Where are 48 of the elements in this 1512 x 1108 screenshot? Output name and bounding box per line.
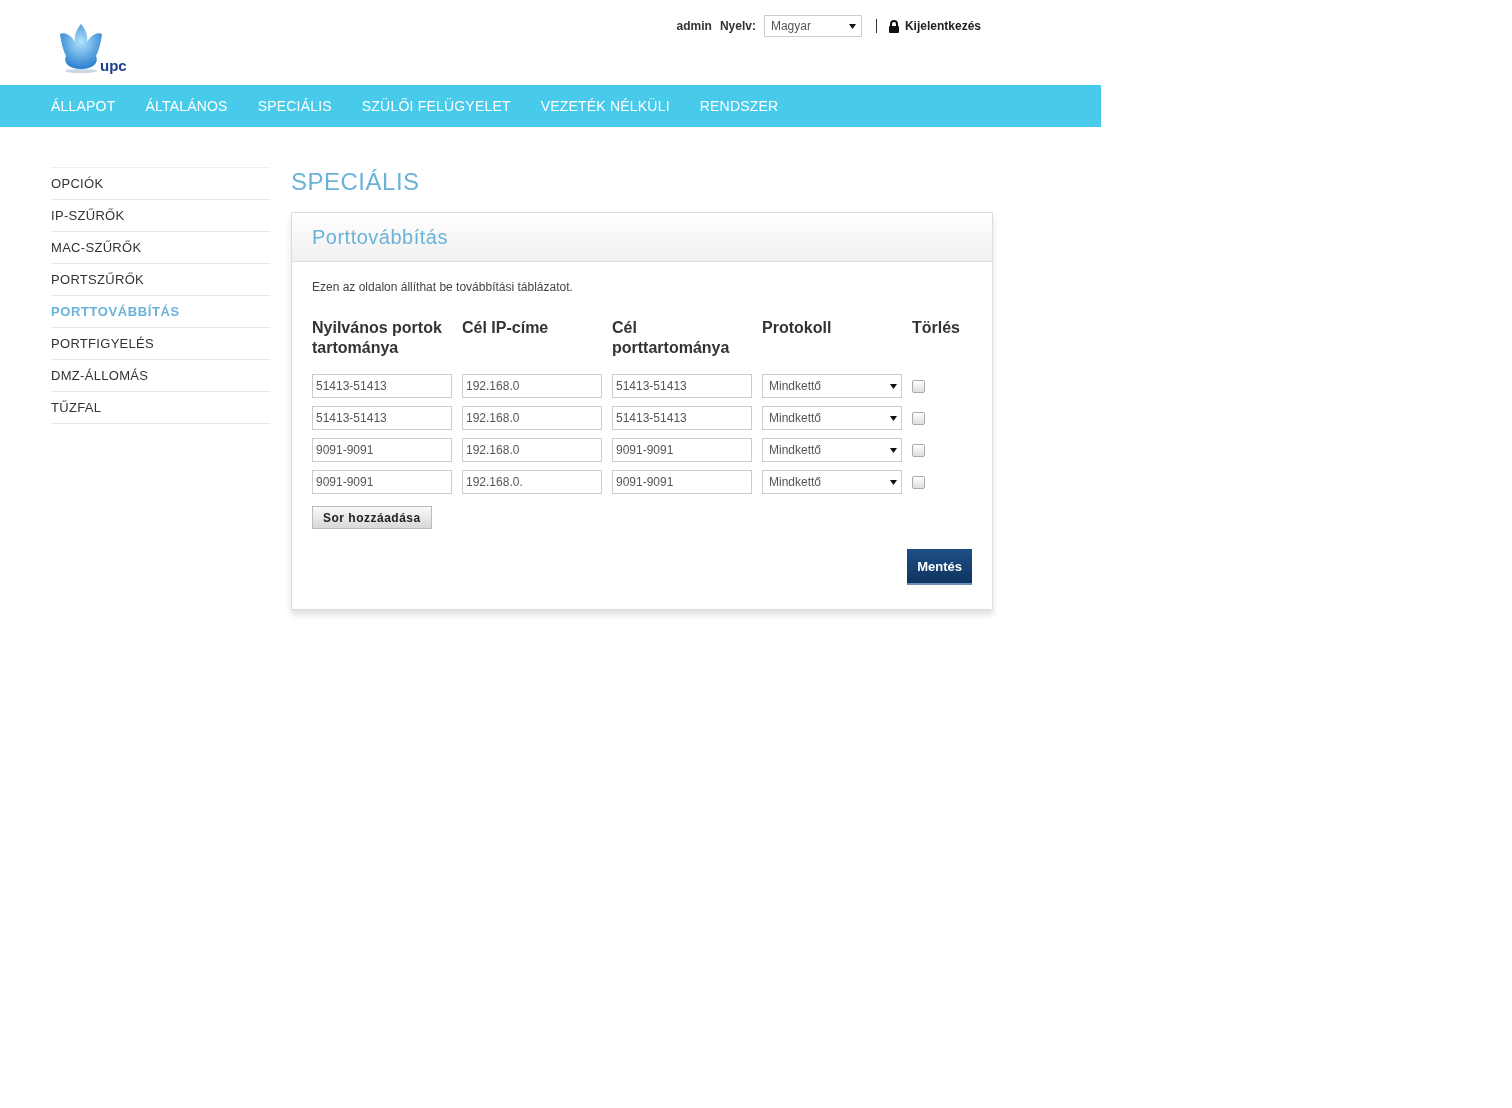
column-header: Cél porttartománya [612,318,731,358]
caret-icon [890,446,897,454]
sidebar-item[interactable]: TŰZFAL [51,392,270,424]
input-field[interactable]: 9091-9091 [612,438,752,462]
caret-icon [890,382,897,390]
caret-icon [848,22,856,30]
delete-checkbox[interactable] [912,411,925,425]
save-button[interactable]: Mentés [907,549,972,585]
input-field[interactable]: 192.168.0. [462,470,602,494]
input-field[interactable]: 51413-51413 [312,374,452,398]
language-label: Nyelv: [719,19,756,33]
protocol-select[interactable]: Mindkettő [762,406,902,430]
page-title: SPECIÁLIS [291,167,421,197]
input-field[interactable]: 51413-51413 [612,374,752,398]
delete-checkbox[interactable] [912,379,925,393]
caret-icon [890,414,897,422]
delete-checkbox[interactable] [912,475,925,489]
sidebar-item[interactable]: DMZ-ÁLLOMÁS [51,360,270,392]
input-field[interactable]: 192.168.0 [462,406,602,430]
caret-icon [890,478,897,486]
input-field[interactable]: 51413-51413 [312,406,452,430]
sidebar-item[interactable]: PORTSZŰRŐK [51,264,270,296]
input-field[interactable]: 192.168.0 [462,438,602,462]
sidebar-item[interactable]: OPCIÓK [51,168,270,200]
sidebar-item[interactable]: PORTFIGYELÉS [51,328,270,360]
column-header: Cél IP-címe [462,318,550,338]
sidebar-item[interactable]: IP-SZŰRŐK [51,200,270,232]
logo-text: upc [100,57,127,74]
column-header: Törlés [912,318,961,338]
lock-icon [888,19,899,33]
input-field[interactable]: 9091-9091 [612,470,752,494]
logout-link[interactable]: Kijelentkezés [888,19,981,33]
input-field[interactable]: 192.168.0 [462,374,602,398]
add-row-button[interactable]: Sor hozzáadása [312,506,432,529]
input-field[interactable]: 9091-9091 [312,470,452,494]
protocol-select[interactable]: Mindkettő [762,470,902,494]
card-title: Porttovábbítás [312,225,448,249]
user-name: admin [676,19,712,33]
column-header: Protokoll [762,318,833,338]
description-text: Ezen az oldalon állíthat be továbbítási táblázatot. [312,280,574,294]
protocol-select[interactable]: Mindkettő [762,374,902,398]
delete-checkbox[interactable] [912,443,925,457]
protocol-select[interactable]: Mindkettő [762,438,902,462]
language-select[interactable]: Magyar [763,15,862,37]
sidebar-item[interactable]: MAC-SZŰRŐK [51,232,270,264]
input-field[interactable]: 51413-51413 [612,406,752,430]
column-header: Nyilvános portok tartománya [312,318,443,358]
input-field[interactable]: 9091-9091 [312,438,452,462]
